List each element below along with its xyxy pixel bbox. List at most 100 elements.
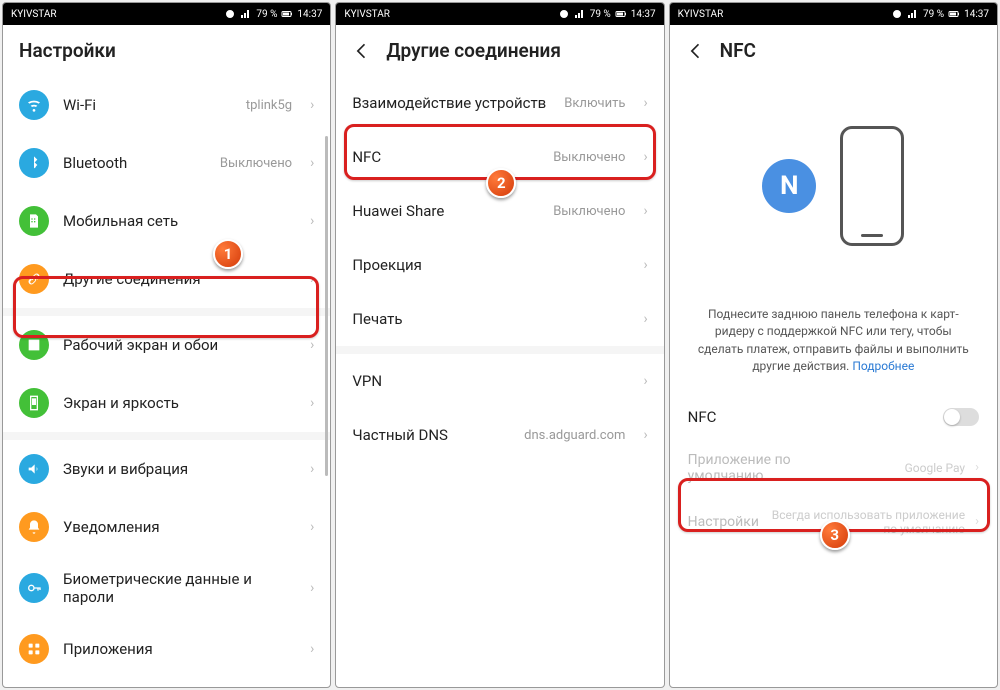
connection-row[interactable]: Huawei Share Выключено ›	[336, 184, 663, 238]
connection-row[interactable]: Взаимодействие устройств Включить ›	[336, 76, 663, 130]
settings-row[interactable]: Уведомления ›	[3, 498, 330, 556]
clock: 14:37	[297, 9, 322, 20]
row-label: Проекция	[352, 256, 629, 274]
settings-row[interactable]: Приложения ›	[3, 620, 330, 678]
link-icon	[19, 264, 49, 294]
connection-row[interactable]: NFC Выключено ›	[336, 130, 663, 184]
alarm-icon	[558, 8, 570, 20]
row-label: Wi-Fi	[63, 96, 232, 114]
apps-icon	[19, 634, 49, 664]
settings-row[interactable]: Wi-Fi tplink5g ›	[3, 76, 330, 134]
bright-icon	[19, 388, 49, 418]
status-bar: KYIVSTAR 79 % 14:37	[3, 3, 330, 25]
phone-outline-icon	[840, 126, 904, 246]
row-value: dns.adguard.com	[524, 428, 625, 443]
status-bar: KYIVSTAR 79 % 14:37	[336, 3, 663, 25]
key-icon	[19, 573, 49, 603]
row-label: NFC	[352, 148, 539, 166]
carrier: KYIVSTAR	[11, 9, 57, 20]
back-icon[interactable]	[686, 41, 706, 61]
battery-pct: 79 %	[256, 9, 277, 20]
row-label: VPN	[352, 372, 629, 390]
section-divider	[3, 432, 330, 440]
section-divider	[336, 346, 663, 354]
chevron-right-icon: ›	[310, 155, 314, 171]
chevron-right-icon: ›	[643, 203, 647, 219]
alarm-icon	[891, 8, 903, 20]
nfc-toggle-label: NFC	[688, 408, 943, 426]
back-icon[interactable]	[352, 41, 372, 61]
nfc-switch[interactable]	[943, 408, 979, 426]
connection-row[interactable]: VPN ›	[336, 354, 663, 408]
page-title: NFC	[720, 39, 756, 62]
chevron-right-icon: ›	[310, 580, 314, 596]
settings-row[interactable]: Звуки и вибрация ›	[3, 440, 330, 498]
battery-pct: 79 %	[590, 9, 611, 20]
clock: 14:37	[964, 9, 989, 20]
settings-row[interactable]: Bluetooth Выключено ›	[3, 134, 330, 192]
row-label: Приложения	[63, 640, 296, 658]
chevron-right-icon: ›	[643, 257, 647, 273]
carrier: KYIVSTAR	[344, 9, 390, 20]
screen-settings: KYIVSTAR 79 % 14:37 Настройки Wi-Fi tpli…	[2, 2, 331, 688]
settings-row[interactable]: Другие соединения ›	[3, 250, 330, 308]
status-bar: KYIVSTAR 79 % 14:37	[670, 3, 997, 25]
row-value: Выключено	[220, 156, 292, 171]
settings-row[interactable]: Биометрические данные и пароли ›	[3, 556, 330, 620]
chevron-right-icon: ›	[643, 95, 647, 111]
nfc-description: Поднесите заднюю панель телефона к карт-…	[670, 306, 997, 394]
alarm-icon	[224, 8, 236, 20]
row-label: Bluetooth	[63, 154, 206, 172]
row-label: Уведомления	[63, 518, 296, 536]
scrollbar[interactable]	[325, 136, 328, 476]
learn-more-link[interactable]: Подробнее	[852, 359, 914, 373]
row-label: Печать	[352, 310, 629, 328]
signal-icon	[907, 8, 919, 20]
row-label: Биометрические данные и пароли	[63, 570, 296, 606]
connection-row[interactable]: Частный DNS dns.adguard.com ›	[336, 408, 663, 462]
screen-other-connections: KYIVSTAR 79 % 14:37 Другие соединения Вз…	[335, 2, 664, 688]
row-label: Взаимодействие устройств	[352, 94, 550, 112]
row-label: Звуки и вибрация	[63, 460, 296, 478]
chevron-right-icon: ›	[975, 514, 979, 529]
settings-row[interactable]: Рабочий экран и обои ›	[3, 316, 330, 374]
connection-row[interactable]: Проекция ›	[336, 238, 663, 292]
nfc-logo-icon: N	[762, 159, 816, 213]
battery-icon	[281, 8, 293, 20]
chevron-right-icon: ›	[643, 149, 647, 165]
chevron-right-icon: ›	[310, 97, 314, 113]
row-value: Выключено	[553, 204, 625, 219]
row-label: Huawei Share	[352, 202, 539, 220]
settings-row[interactable]: Мобильная сеть ›	[3, 192, 330, 250]
row-label: Частный DNS	[352, 426, 510, 444]
signal-icon	[574, 8, 586, 20]
chevron-right-icon: ›	[310, 461, 314, 477]
image-icon	[19, 330, 49, 360]
bt-icon	[19, 148, 49, 178]
screen-nfc: KYIVSTAR 79 % 14:37 NFC N Поднесите задн…	[669, 2, 998, 688]
wifi-icon	[19, 90, 49, 120]
sound-icon	[19, 454, 49, 484]
connections-list[interactable]: Взаимодействие устройств Включить ›NFC В…	[336, 76, 663, 687]
chevron-right-icon: ›	[643, 311, 647, 327]
settings-row[interactable]: Экран и яркость ›	[3, 374, 330, 432]
chevron-right-icon: ›	[310, 337, 314, 353]
row-value: tplink5g	[246, 98, 292, 113]
page-title: Настройки	[19, 39, 116, 62]
settings-row: Настройки Всегда использовать приложение…	[670, 496, 997, 548]
chevron-right-icon: ›	[310, 271, 314, 287]
chevron-right-icon: ›	[643, 373, 647, 389]
chevron-right-icon: ›	[310, 213, 314, 229]
section-divider	[3, 308, 330, 316]
nfc-illustration: N	[670, 76, 997, 306]
row-value: Включить	[564, 96, 625, 111]
nfc-toggle-row[interactable]: NFC	[670, 394, 997, 440]
header: Другие соединения	[336, 25, 663, 76]
row-label: Мобильная сеть	[63, 212, 296, 230]
chevron-right-icon: ›	[310, 641, 314, 657]
row-label: Экран и яркость	[63, 394, 296, 412]
nfc-content: N Поднесите заднюю панель телефона к кар…	[670, 76, 997, 687]
connection-row[interactable]: Печать ›	[336, 292, 663, 346]
settings-list[interactable]: Wi-Fi tplink5g › Bluetooth Выключено › М…	[3, 76, 330, 687]
page-title: Другие соединения	[386, 39, 561, 62]
